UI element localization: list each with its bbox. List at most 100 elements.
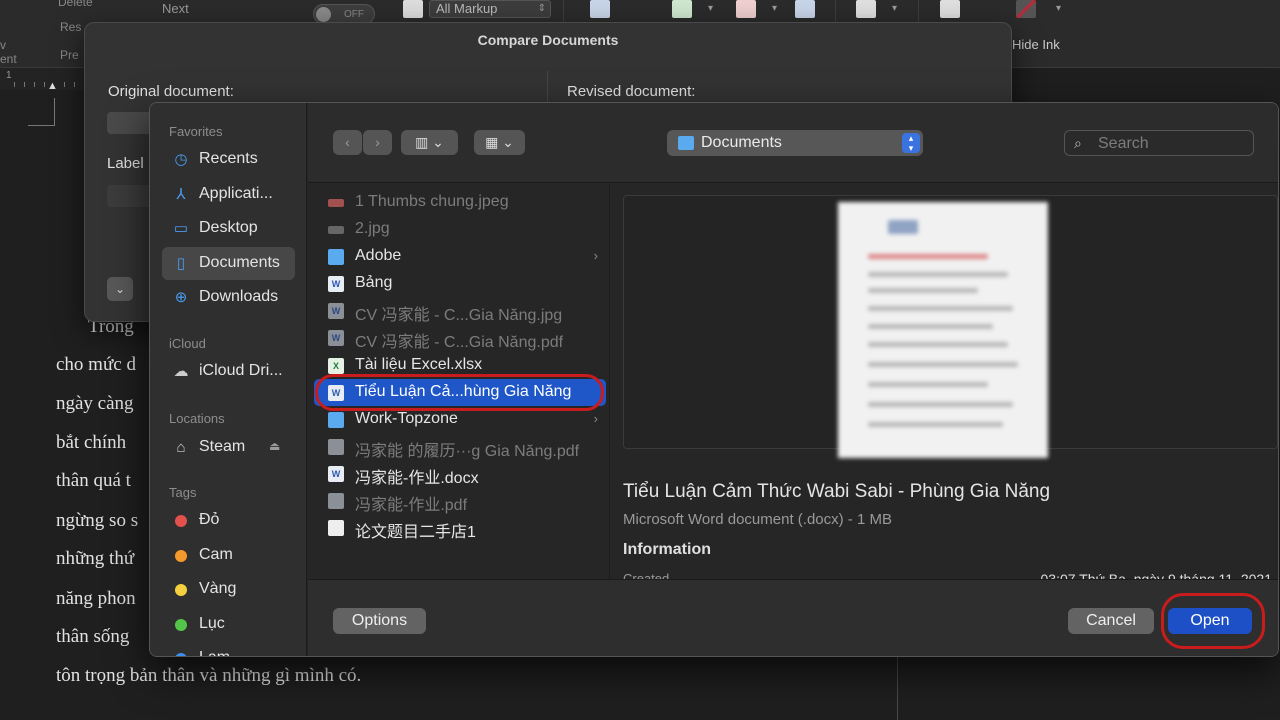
track-changes-toggle[interactable]: OFF [313, 4, 375, 24]
folder-icon [328, 249, 344, 265]
file-row[interactable]: W Bảng [314, 270, 606, 297]
compare-icon[interactable] [856, 0, 876, 18]
sidebar-item-icloud-drive[interactable]: ☁ iCloud Dri... [162, 355, 295, 388]
indent-marker-icon[interactable]: ▲ [47, 80, 58, 92]
expand-chevron-icon[interactable]: ⌄ [107, 277, 133, 301]
sidebar-item-recents[interactable]: ◷ Recents [162, 143, 295, 176]
file-name: CV 冯家能 - C...Gia Năng.jpg [355, 307, 563, 324]
file-name: 冯家能-作业.pdf [355, 497, 468, 514]
sidebar: Favorites ◷ Recents ⅄ Applicati... ▭ Des… [150, 103, 307, 656]
thumb-logo [888, 220, 918, 234]
original-document-label: Original document: [108, 83, 234, 100]
file-row[interactable]: 1 Thumbs chung.jpeg [314, 189, 606, 216]
sidebar-item-label: Vàng [199, 580, 237, 597]
reject-dropdown-icon[interactable]: ▾ [772, 3, 777, 14]
page-corner-mark [28, 98, 55, 126]
eject-icon[interactable]: ⏏ [269, 439, 280, 453]
back-button[interactable]: ‹ [333, 130, 362, 155]
accept-dropdown-icon[interactable]: ▾ [708, 3, 713, 14]
sidebar-item-documents[interactable]: ▯ Documents [162, 247, 295, 280]
compare-dropdown-icon[interactable]: ▾ [892, 3, 897, 14]
select-stepper-icon: ⇕ [537, 3, 546, 14]
file-row[interactable]: W CV 冯家能 - C...Gia Năng.jpg [314, 297, 606, 324]
ribbon-divider [918, 0, 919, 22]
sidebar-item-label: Applicati... [199, 185, 273, 202]
forward-chevron-icon: › [375, 134, 380, 150]
sidebar-item-steam[interactable]: ⌂ Steam ⏏ [162, 431, 295, 464]
sidebar-item-label: Desktop [199, 219, 258, 236]
next-button[interactable]: Next [162, 1, 189, 16]
previous-button[interactable]: Pre [60, 48, 79, 62]
file-name: Tài liệu Excel.xlsx [355, 356, 483, 373]
tags-heading: Tags [169, 485, 197, 500]
sidebar-tag-orange[interactable]: Cam [162, 539, 295, 572]
display-for-review-icon[interactable] [403, 0, 423, 18]
doc-line: năng phon [56, 588, 136, 609]
sidebar-tag-green[interactable]: Lục [162, 608, 295, 641]
hide-ink-dropdown-icon[interactable]: ▾ [1056, 3, 1061, 14]
delete-button[interactable]: Delete [58, 0, 93, 9]
sidebar-tag-blue[interactable]: Lam [162, 642, 295, 656]
information-heading: Information [623, 541, 711, 558]
doc-line: bắt chính [56, 432, 127, 453]
thumb-line [868, 402, 1013, 407]
protect-icon[interactable] [940, 0, 960, 18]
reset-button[interactable]: Res [60, 20, 81, 34]
preview-file-name: Tiểu Luận Cảm Thức Wabi Sabi - Phùng Gia… [623, 481, 1051, 502]
open-file-panel: Favorites ◷ Recents ⅄ Applicati... ▭ Des… [149, 102, 1279, 657]
sidebar-tag-yellow[interactable]: Vàng [162, 573, 295, 606]
file-name: Work-Topzone [355, 410, 458, 427]
ruler-tick [34, 82, 35, 87]
folder-row[interactable]: Adobe › [314, 243, 606, 270]
forward-button[interactable]: › [363, 130, 392, 155]
word-file-icon: W [328, 303, 344, 319]
cloud-icon: ☁ [173, 363, 189, 380]
location-select[interactable]: Documents ▴ ▾ [667, 130, 923, 156]
search-icon: ⌕ [1074, 135, 1082, 151]
ruler-tick [24, 82, 25, 87]
view-columns-button[interactable]: ▥ ⌄ [401, 130, 458, 155]
markup-select[interactable]: All Markup ⇕ [429, 0, 551, 18]
sidebar-tag-red[interactable]: Đỏ [162, 504, 295, 537]
file-row[interactable]: W 冯家能-作业.docx [314, 460, 606, 487]
tag-dot-icon [175, 653, 187, 656]
preview-thumbnail-frame [623, 195, 1278, 458]
thumb-line [868, 254, 988, 259]
sidebar-item-desktop[interactable]: ▭ Desktop [162, 212, 295, 245]
word-file-icon: W [328, 330, 344, 346]
toggle-knob [316, 7, 331, 22]
ribbon-divider [563, 0, 564, 22]
view-grid-button[interactable]: ▦ ⌄ [474, 130, 525, 155]
accept-icon[interactable] [672, 0, 692, 18]
excel-file-icon: X [328, 358, 344, 374]
file-row[interactable]: 2.jpg [314, 216, 606, 243]
hide-ink-label[interactable]: Hide Ink [1012, 37, 1060, 52]
file-name: 论文题目二手店1 [355, 524, 476, 541]
sidebar-item-label: Đỏ [199, 511, 220, 528]
thumb-line [868, 342, 1008, 347]
cancel-button[interactable]: Cancel [1068, 608, 1154, 634]
file-row[interactable]: 冯家能 的履历···g Gia Năng.pdf [314, 433, 606, 460]
file-row[interactable]: W CV 冯家能 - C...Gia Năng.pdf [314, 324, 606, 351]
sidebar-item-label: Lục [199, 615, 225, 632]
applications-icon: ⅄ [176, 186, 186, 203]
doc-line: thân sống [56, 626, 130, 647]
previous-change-icon[interactable] [795, 0, 815, 18]
sidebar-item-applications[interactable]: ⅄ Applicati... [162, 178, 295, 211]
ruler-number: 1 [6, 70, 12, 81]
move-icon[interactable] [590, 0, 610, 18]
file-row[interactable]: 冯家能-作业.pdf [314, 487, 606, 514]
desktop-icon: ▭ [173, 220, 189, 237]
options-button[interactable]: Options [333, 608, 426, 634]
file-row[interactable]: 论文题目二手店1 [314, 514, 606, 541]
grid-icon: ▦ ⌄ [485, 134, 514, 150]
icloud-heading: iCloud [169, 336, 206, 351]
sidebar-item-downloads[interactable]: ⊕ Downloads [162, 281, 295, 314]
search-field[interactable]: ⌕ Search [1064, 130, 1254, 156]
clock-icon: ◷ [174, 151, 188, 168]
preview-file-kind: Microsoft Word document (.docx) - 1 MB [623, 511, 892, 528]
reject-icon[interactable] [736, 0, 756, 18]
download-icon: ⊕ [174, 289, 188, 306]
doc-line: thân quá t [56, 470, 131, 491]
hide-ink-icon[interactable] [1016, 0, 1036, 18]
